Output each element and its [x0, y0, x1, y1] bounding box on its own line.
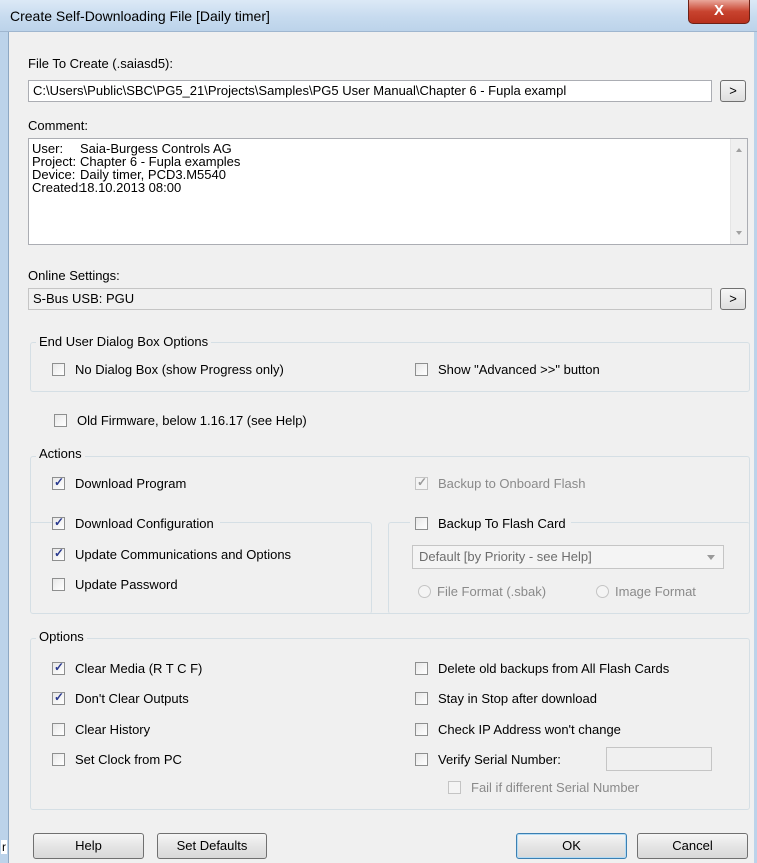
check-ip-address-checkbox[interactable]: Check IP Address won't change: [415, 722, 621, 737]
radio-circle: [596, 585, 609, 598]
backup-flash-card-checkbox[interactable]: Backup To Flash Card: [410, 516, 571, 531]
image-format-radio: Image Format: [596, 584, 696, 599]
download-subgroup: [30, 522, 372, 614]
end-user-options-title: End User Dialog Box Options: [36, 334, 212, 349]
checkbox-box[interactable]: [52, 660, 65, 675]
dont-clear-outputs-checkbox[interactable]: Don't Clear Outputs: [52, 690, 189, 706]
download-configuration-checkbox[interactable]: Download Configuration: [52, 515, 220, 531]
help-button[interactable]: Help: [33, 833, 144, 859]
comment-label: Comment:: [28, 118, 88, 133]
comment-line-created: Created: 18.10.2013 08:00: [32, 180, 182, 195]
download-program-checkbox[interactable]: Download Program: [52, 475, 186, 491]
set-clock-checkbox[interactable]: Set Clock from PC: [52, 752, 182, 767]
ok-button[interactable]: OK: [516, 833, 627, 859]
scroll-down-icon[interactable]: [736, 231, 742, 235]
no-dialog-checkbox[interactable]: No Dialog Box (show Progress only): [52, 362, 284, 377]
checkbox-box[interactable]: [415, 517, 428, 530]
checkbox-box[interactable]: [52, 515, 65, 530]
checkbox-box[interactable]: [415, 723, 428, 736]
online-settings-label: Online Settings:: [28, 268, 120, 283]
scroll-up-icon[interactable]: [736, 148, 742, 152]
checkbox-box[interactable]: [52, 578, 65, 591]
fail-if-different-checkbox: Fail if different Serial Number: [448, 780, 639, 795]
file-to-create-label: File To Create (.saiasd5):: [28, 56, 173, 71]
online-settings-button[interactable]: >: [720, 288, 746, 310]
verify-serial-checkbox[interactable]: Verify Serial Number:: [415, 752, 561, 767]
checkbox-box[interactable]: [52, 475, 65, 490]
file-browse-button[interactable]: >: [720, 80, 746, 102]
show-advanced-checkbox[interactable]: Show "Advanced >>" button: [415, 362, 600, 377]
old-firmware-checkbox[interactable]: Old Firmware, below 1.16.17 (see Help): [54, 413, 307, 428]
actions-title: Actions: [36, 446, 85, 461]
window-title: Create Self-Downloading File [Daily time…: [10, 8, 270, 24]
close-button[interactable]: X: [688, 0, 750, 24]
update-communications-checkbox[interactable]: Update Communications and Options: [52, 546, 291, 562]
clear-media-checkbox[interactable]: Clear Media (R T C F): [52, 660, 202, 676]
background-text-fragment: r: [1, 840, 7, 854]
checkbox-box[interactable]: [54, 414, 67, 427]
file-path-field[interactable]: C:\Users\Public\SBC\PG5_21\Projects\Samp…: [28, 80, 712, 102]
checkbox-box[interactable]: [52, 690, 65, 705]
file-format-radio: File Format (.sbak): [418, 584, 546, 599]
stay-in-stop-checkbox[interactable]: Stay in Stop after download: [415, 691, 597, 706]
checkbox-box[interactable]: [415, 662, 428, 675]
priority-combobox: Default [by Priority - see Help]: [412, 545, 724, 569]
checkbox-box: [448, 781, 461, 794]
online-settings-field: S-Bus USB: PGU: [28, 288, 712, 310]
checkbox-box[interactable]: [415, 753, 428, 766]
chevron-down-icon: [707, 555, 715, 560]
serial-number-field: [606, 747, 712, 771]
comment-scrollbar[interactable]: [730, 139, 747, 244]
window-left-frame: [0, 0, 9, 863]
backup-onboard-checkbox: Backup to Onboard Flash: [415, 475, 585, 491]
radio-circle: [418, 585, 431, 598]
checkbox-box[interactable]: [415, 692, 428, 705]
update-password-checkbox[interactable]: Update Password: [52, 577, 178, 592]
title-bar: Create Self-Downloading File [Daily time…: [0, 0, 757, 32]
checkbox-box[interactable]: [52, 363, 65, 376]
clear-history-checkbox[interactable]: Clear History: [52, 722, 150, 737]
checkbox-box[interactable]: [52, 723, 65, 736]
checkbox-box[interactable]: [415, 363, 428, 376]
cancel-button[interactable]: Cancel: [637, 833, 748, 859]
set-defaults-button[interactable]: Set Defaults: [157, 833, 267, 859]
create-self-downloading-dialog: Create Self-Downloading File [Daily time…: [0, 0, 757, 863]
checkbox-box[interactable]: [52, 753, 65, 766]
checkbox-box[interactable]: [52, 546, 65, 561]
checkbox-box: [415, 475, 428, 490]
delete-old-backups-checkbox[interactable]: Delete old backups from All Flash Cards: [415, 661, 669, 676]
options-title: Options: [36, 629, 87, 644]
comment-textarea[interactable]: User: Saia-Burgess Controls AG Project: Ch…: [28, 138, 748, 245]
